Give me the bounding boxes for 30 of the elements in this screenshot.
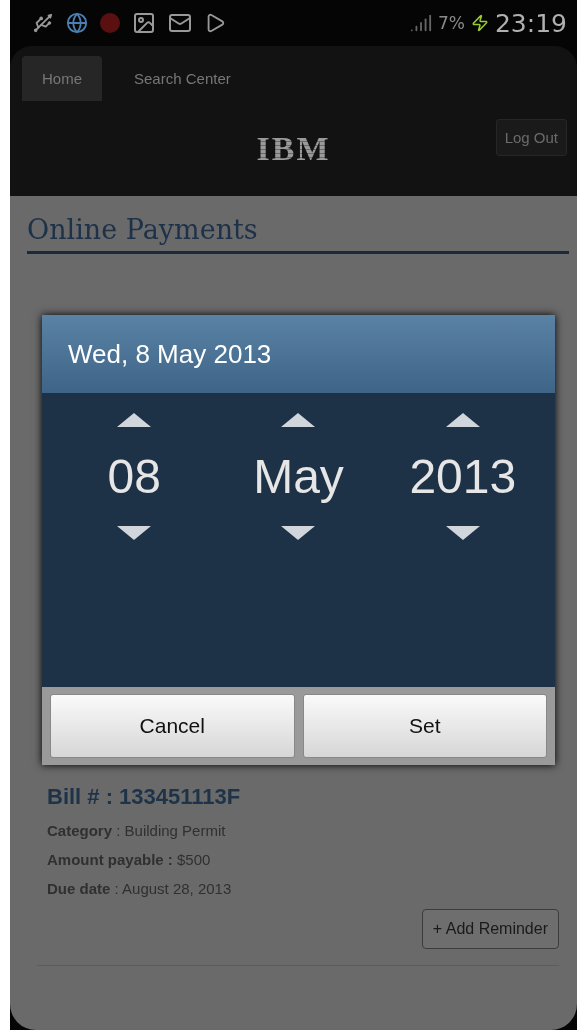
picker-value: May bbox=[253, 449, 344, 504]
page-title: Online Payments bbox=[27, 214, 569, 254]
up-arrow-icon[interactable] bbox=[117, 413, 152, 427]
battery-percent: 7% bbox=[437, 13, 465, 33]
notification-dot-icon bbox=[100, 13, 120, 33]
dialog-button[interactable]: Set bbox=[302, 694, 547, 758]
dialog-button[interactable]: Cancel bbox=[50, 694, 295, 758]
signal-icon bbox=[409, 12, 432, 34]
dialog-title: Wed, 8 May 2013 bbox=[42, 315, 555, 393]
bill-field: Due date : August 28, 2013 bbox=[47, 880, 549, 897]
up-arrow-icon[interactable] bbox=[445, 413, 480, 427]
mail-icon bbox=[168, 11, 192, 35]
charging-icon bbox=[470, 14, 489, 32]
add-reminder-button[interactable]: + Add Reminder bbox=[421, 909, 559, 949]
picker-value: 2013 bbox=[409, 449, 517, 504]
bill-field: Amount payable : $500 bbox=[47, 851, 549, 868]
usb-icon bbox=[32, 12, 54, 34]
logout-button[interactable]: Log Out bbox=[495, 119, 567, 156]
nav-tab[interactable]: Search Center bbox=[114, 56, 251, 101]
bill-number: Bill # : 133451113F bbox=[47, 784, 242, 810]
down-arrow-icon[interactable] bbox=[445, 526, 480, 540]
clock-time: 23:19 bbox=[494, 8, 567, 38]
globe-icon bbox=[66, 12, 88, 34]
picker-value: 08 bbox=[107, 449, 161, 504]
bill-field: Category : Building Permit bbox=[47, 822, 549, 839]
nav-tab[interactable]: Home bbox=[22, 56, 102, 101]
down-arrow-icon[interactable] bbox=[117, 526, 152, 540]
down-arrow-icon[interactable] bbox=[281, 526, 316, 540]
up-arrow-icon[interactable] bbox=[281, 413, 316, 427]
image-icon bbox=[132, 11, 156, 35]
